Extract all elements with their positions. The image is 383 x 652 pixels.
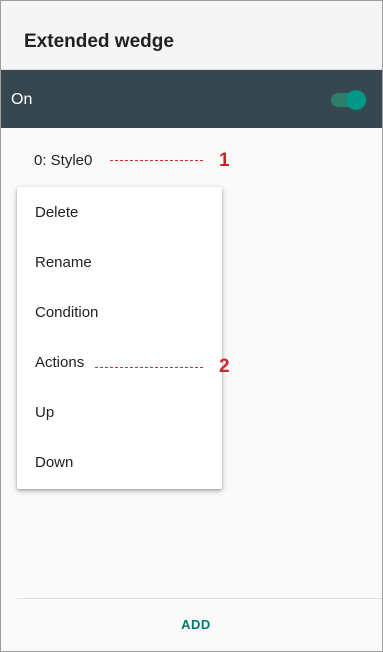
- master-toggle-switch[interactable]: [329, 90, 366, 110]
- menu-item-label: Rename: [35, 254, 92, 271]
- callout-leader-line-1: [110, 160, 203, 161]
- switch-thumb: [346, 90, 366, 110]
- add-button[interactable]: ADD: [141, 607, 251, 643]
- menu-item-label: Up: [35, 404, 55, 421]
- style-list-item[interactable]: 0: Style0 1: [1, 141, 382, 183]
- app-bar: Extended wedge: [1, 1, 382, 70]
- menu-item-rename[interactable]: Rename: [17, 239, 222, 289]
- screen: Extended wedge On 0: Style0 1 Delete Ren…: [0, 0, 383, 652]
- master-switch-bar[interactable]: On: [1, 70, 382, 128]
- callout-leader-line-2: [95, 367, 203, 368]
- menu-item-delete[interactable]: Delete: [17, 189, 222, 239]
- menu-item-label: Down: [35, 454, 74, 471]
- menu-item-condition[interactable]: Condition: [17, 289, 222, 339]
- style-list-item-label: 0: Style0: [34, 152, 93, 169]
- callout-number-1: 1: [219, 150, 230, 171]
- menu-item-label: Actions: [35, 354, 85, 371]
- menu-item-up[interactable]: Up: [17, 389, 222, 439]
- master-switch-label: On: [11, 91, 33, 108]
- callout-number-2: 2: [219, 356, 230, 377]
- menu-item-label: Delete: [35, 204, 79, 221]
- menu-item-label: Condition: [35, 304, 99, 321]
- page-title: Extended wedge: [24, 31, 174, 52]
- footer-divider: [17, 598, 382, 599]
- menu-item-actions[interactable]: Actions: [17, 339, 222, 389]
- menu-item-down[interactable]: Down: [17, 439, 222, 489]
- context-menu: Delete Rename Condition Actions Up Down: [17, 187, 222, 489]
